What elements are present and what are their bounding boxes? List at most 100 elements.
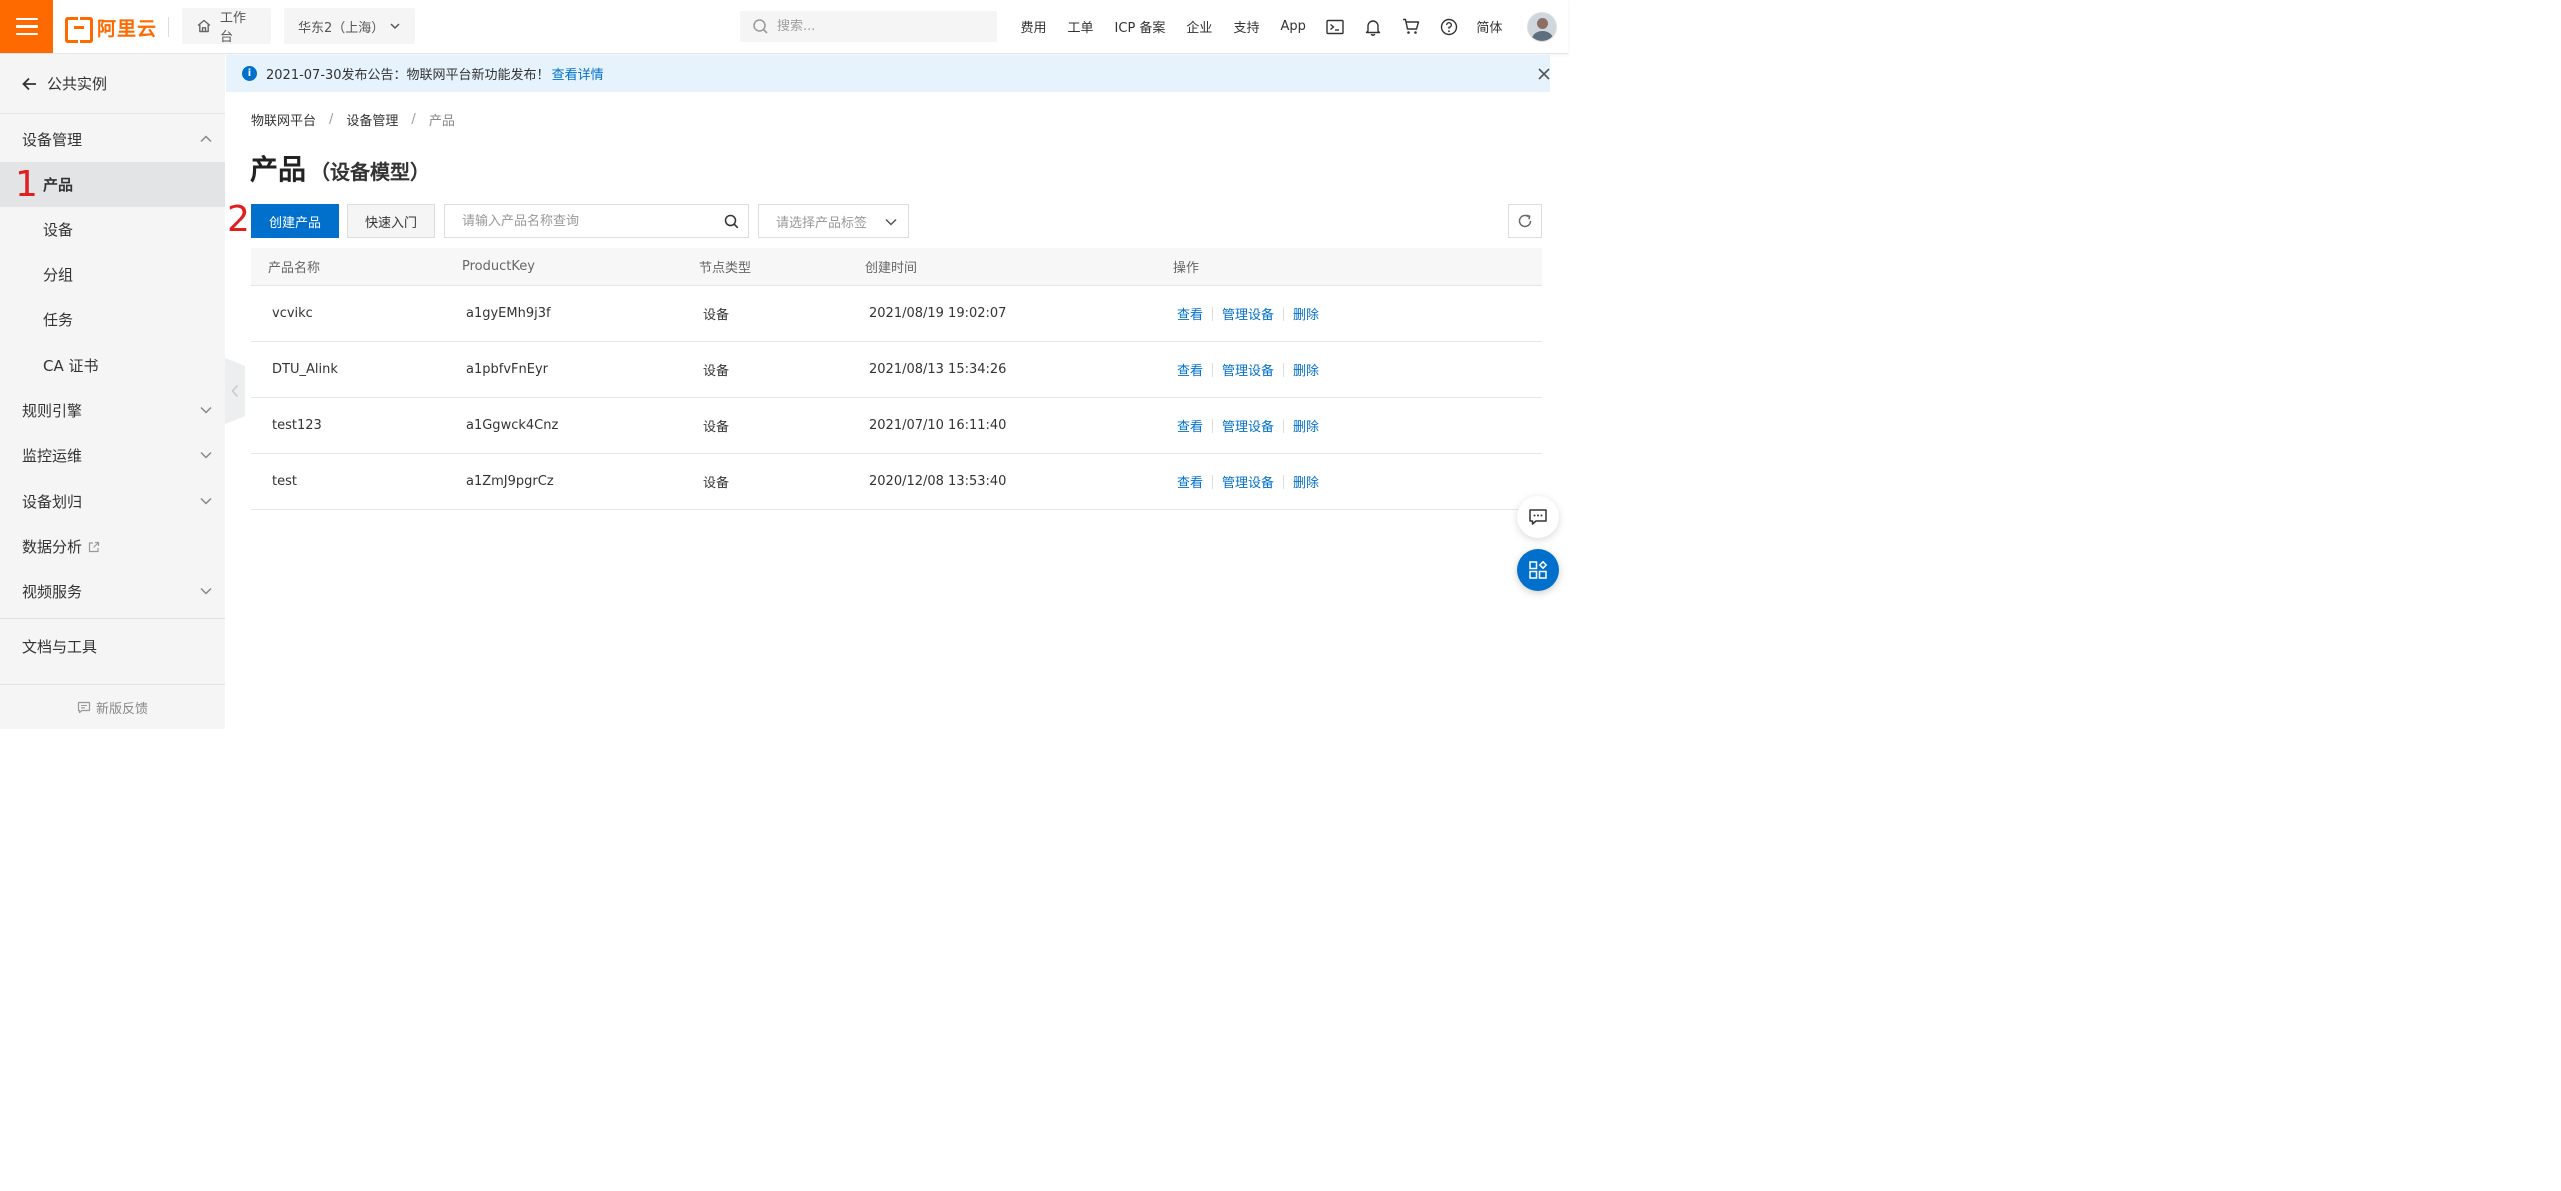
action-separator xyxy=(1283,418,1285,433)
sidebar-group-label: 监控运维 xyxy=(22,447,83,465)
refresh-button[interactable] xyxy=(1508,204,1542,238)
sidebar-divider xyxy=(0,684,225,685)
user-avatar[interactable] xyxy=(1527,12,1557,42)
cell-product-name: test xyxy=(272,474,297,489)
apps-float-button[interactable] xyxy=(1517,549,1559,591)
manage-devices-link[interactable]: 管理设备 xyxy=(1222,472,1274,491)
sidebar-group-label: 设备划归 xyxy=(22,493,83,511)
sidebar-item-docs-tools[interactable]: 文档与工具 xyxy=(0,624,225,669)
menu-line xyxy=(15,17,38,21)
sidebar-item-label: 分组 xyxy=(43,266,74,284)
chevron-down-icon xyxy=(200,497,212,505)
sidebar-group-rule-engine[interactable]: 规则引擎 xyxy=(0,388,225,433)
product-tag-select[interactable]: 请选择产品标签 xyxy=(758,204,909,238)
action-separator xyxy=(1212,362,1214,377)
sidebar-group-video-service[interactable]: 视频服务 xyxy=(0,569,225,614)
cell-actions: 查看 管理设备 删除 xyxy=(1177,342,1319,397)
action-separator xyxy=(1283,474,1285,489)
language-switch[interactable]: 简体 xyxy=(1468,17,1513,36)
action-separator xyxy=(1212,306,1214,321)
back-to-instances[interactable]: 公共实例 xyxy=(0,54,225,114)
cart-icon[interactable] xyxy=(1392,18,1430,35)
delete-link[interactable]: 删除 xyxy=(1293,416,1319,435)
table-row: vcvikc a1gyEMh9j3f 设备 2021/08/19 19:02:0… xyxy=(251,286,1542,342)
delete-link[interactable]: 删除 xyxy=(1293,304,1319,323)
sidebar-group-monitoring[interactable]: 监控运维 xyxy=(0,433,225,478)
workbench-label: 工作台 xyxy=(220,11,247,45)
back-label: 公共实例 xyxy=(47,75,108,93)
breadcrumb-device-management[interactable]: 设备管理 xyxy=(346,110,398,129)
global-search[interactable] xyxy=(740,11,997,42)
top-link-fees[interactable]: 费用 xyxy=(1010,17,1057,36)
column-header-node-type: 节点类型 xyxy=(699,261,752,276)
breadcrumb-current: 产品 xyxy=(428,114,455,129)
help-icon[interactable] xyxy=(1430,18,1468,36)
top-link-app[interactable]: App xyxy=(1270,19,1316,34)
page-title: 产品 （设备模型） xyxy=(250,148,430,188)
breadcrumb-iot-platform[interactable]: 物联网平台 xyxy=(251,110,316,129)
column-header-name: 产品名称 xyxy=(268,261,321,276)
sidebar-item-tasks[interactable]: 任务 xyxy=(0,297,225,342)
delete-link[interactable]: 删除 xyxy=(1293,472,1319,491)
top-link-tickets[interactable]: 工单 xyxy=(1057,17,1104,36)
breadcrumb-separator: / xyxy=(329,112,334,127)
cell-product-name: DTU_Alink xyxy=(272,362,338,377)
create-product-button[interactable]: 创建产品 xyxy=(251,204,339,238)
feedback-button[interactable]: 新版反馈 xyxy=(0,694,225,720)
hamburger-menu-button[interactable] xyxy=(0,0,53,53)
home-icon xyxy=(197,19,211,33)
manage-devices-link[interactable]: 管理设备 xyxy=(1222,360,1274,379)
manage-devices-link[interactable]: 管理设备 xyxy=(1222,304,1274,323)
sidebar-group-device-assignment[interactable]: 设备划归 xyxy=(0,479,225,524)
feedback-label: 新版反馈 xyxy=(95,701,148,717)
announcement-details-link[interactable]: 查看详情 xyxy=(552,64,604,83)
product-search[interactable] xyxy=(444,204,749,238)
view-link[interactable]: 查看 xyxy=(1177,416,1203,435)
sidebar-item-label: 产品 xyxy=(43,176,74,194)
top-link-enterprise[interactable]: 企业 xyxy=(1176,17,1223,36)
divider xyxy=(168,17,169,37)
sidebar-item-data-analysis[interactable]: 数据分析 xyxy=(0,524,225,569)
global-search-input[interactable] xyxy=(777,19,977,34)
view-link[interactable]: 查看 xyxy=(1177,472,1203,491)
view-link[interactable]: 查看 xyxy=(1177,304,1203,323)
top-link-icp[interactable]: ICP 备案 xyxy=(1104,17,1176,36)
terminal-icon[interactable] xyxy=(1316,19,1354,35)
product-table: 产品名称 ProductKey 节点类型 创建时间 操作 vcvikc a1gy… xyxy=(251,248,1542,510)
aliyun-logo[interactable]: 阿里云 xyxy=(65,14,157,43)
chevron-down-icon xyxy=(390,23,400,30)
sidebar-item-devices[interactable]: 设备 xyxy=(0,207,225,252)
action-separator xyxy=(1212,418,1214,433)
delete-link[interactable]: 删除 xyxy=(1293,360,1319,379)
sidebar-group-label: 设备管理 xyxy=(22,131,83,149)
table-row: test a1ZmJ9pgrCz 设备 2020/12/08 13:53:40 … xyxy=(251,454,1542,510)
workbench-button[interactable]: 工作台 xyxy=(182,8,271,45)
manage-devices-link[interactable]: 管理设备 xyxy=(1222,416,1274,435)
sidebar-group-device-management[interactable]: 设备管理 xyxy=(0,117,225,162)
page-title-main: 产品 xyxy=(250,153,307,186)
region-selector[interactable]: 华东2（上海） xyxy=(284,8,415,44)
sidebar-item-groups[interactable]: 分组 xyxy=(0,252,225,297)
bell-icon[interactable] xyxy=(1354,18,1392,36)
column-header-created-time: 创建时间 xyxy=(865,261,918,276)
annotation-step-1: 1 xyxy=(15,164,38,205)
chevron-up-icon xyxy=(200,135,212,143)
close-icon[interactable] xyxy=(1537,67,1551,81)
search-icon[interactable] xyxy=(724,214,739,229)
search-icon xyxy=(753,19,768,34)
cell-product-key: a1ZmJ9pgrCz xyxy=(466,474,554,489)
sidebar-item-ca-certificate[interactable]: CA 证书 xyxy=(0,343,225,388)
top-link-support[interactable]: 支持 xyxy=(1223,17,1270,36)
cell-product-key: a1Ggwck4Cnz xyxy=(466,418,559,433)
chat-icon xyxy=(1529,509,1547,525)
breadcrumb: 物联网平台 / 设备管理 / 产品 xyxy=(251,110,455,129)
view-link[interactable]: 查看 xyxy=(1177,360,1203,379)
cell-product-name: vcvikc xyxy=(272,306,313,321)
quickstart-button[interactable]: 快速入门 xyxy=(347,204,435,238)
product-search-input[interactable] xyxy=(462,213,712,229)
menu-line xyxy=(15,25,38,28)
chat-float-button[interactable] xyxy=(1517,496,1559,538)
top-navigation-bar: 阿里云 工作台 华东2（上海） 费用 工单 ICP 备案 企业 支持 App 简… xyxy=(0,0,1568,54)
sidebar-collapse-toggle[interactable] xyxy=(225,358,245,424)
column-header-actions: 操作 xyxy=(1173,261,1200,276)
